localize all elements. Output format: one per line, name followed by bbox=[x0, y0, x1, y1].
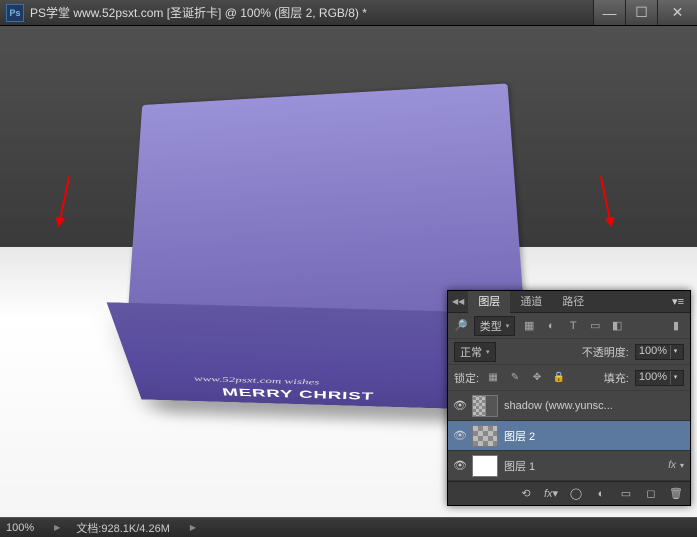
panel-menu-icon[interactable]: ▾≡ bbox=[666, 295, 690, 308]
layer-row[interactable]: 👁 shadow (www.yunsc... bbox=[448, 391, 690, 421]
close-button[interactable]: ✕ bbox=[657, 0, 697, 25]
filter-toggle-icon[interactable]: ▮ bbox=[668, 318, 684, 334]
search-icon[interactable]: 🔎 bbox=[454, 319, 468, 332]
doc-size-value: 928.1K/4.26M bbox=[101, 523, 170, 535]
fill-label: 填充: bbox=[604, 370, 629, 386]
window-title: PS学堂 www.52psxt.com [圣诞折卡] @ 100% (图层 2,… bbox=[30, 4, 593, 21]
zoom-menu-icon[interactable]: ▶ bbox=[54, 523, 60, 532]
layer-thumb bbox=[472, 455, 498, 477]
filter-shape-icon[interactable]: ▭ bbox=[587, 318, 603, 334]
visibility-toggle-icon[interactable]: 👁 bbox=[448, 399, 472, 412]
tab-layers[interactable]: 图层 bbox=[468, 291, 510, 313]
zoom-level[interactable]: 100% bbox=[6, 522, 34, 534]
filter-type-dropdown[interactable]: 类型▾ bbox=[474, 316, 516, 336]
lock-position-icon[interactable]: ✥ bbox=[529, 370, 545, 386]
adjustment-layer-icon[interactable]: ◐ bbox=[593, 486, 609, 502]
tab-channels[interactable]: 通道 bbox=[510, 291, 552, 313]
lock-all-icon[interactable]: 🔒 bbox=[551, 370, 567, 386]
link-layers-icon[interactable]: ⟲ bbox=[518, 486, 534, 502]
card-subtext: www.52psxt.com wishes bbox=[193, 375, 319, 387]
filter-type-icon[interactable]: T bbox=[565, 318, 581, 334]
blend-mode-dropdown[interactable]: 正常▾ bbox=[454, 342, 496, 362]
lock-row: 锁定: ▦ ✎ ✥ 🔒 填充: 100%▾ bbox=[448, 365, 690, 391]
layer-fx-icon[interactable]: fx▾ bbox=[543, 486, 559, 502]
tab-paths[interactable]: 路径 bbox=[552, 291, 594, 313]
restore-button[interactable]: ☐ bbox=[625, 0, 657, 25]
panel-tabs: ◀◀ 图层 通道 路径 ▾≡ bbox=[448, 291, 690, 313]
titlebar: Ps PS学堂 www.52psxt.com [圣诞折卡] @ 100% (图层… bbox=[0, 0, 697, 26]
layer-filter-row: 🔎 类型▾ ▦ ◐ T ▭ ◧ ▮ bbox=[448, 313, 690, 339]
fx-expand-icon[interactable]: ▾ bbox=[680, 461, 684, 470]
statusbar: 100% ▶ 文档:928.1K/4.26M ▶ bbox=[0, 517, 697, 537]
layer-mask-icon[interactable]: ◯ bbox=[568, 486, 584, 502]
lock-pixels-icon[interactable]: ✎ bbox=[507, 370, 523, 386]
opacity-input[interactable]: 100%▾ bbox=[635, 344, 684, 360]
doc-menu-icon[interactable]: ▶ bbox=[190, 523, 196, 532]
opacity-label: 不透明度: bbox=[582, 344, 629, 360]
filter-adjust-icon[interactable]: ◐ bbox=[543, 318, 559, 334]
collapse-icon[interactable]: ◀◀ bbox=[448, 297, 468, 306]
layer-name[interactable]: shadow (www.yunsc... bbox=[504, 400, 684, 412]
layer-row[interactable]: 👁 图层 2 bbox=[448, 421, 690, 451]
visibility-toggle-icon[interactable]: 👁 bbox=[448, 459, 472, 472]
card-heading: MERRY CHRIST bbox=[221, 386, 374, 403]
group-icon[interactable]: ▭ bbox=[618, 486, 634, 502]
fx-badge[interactable]: fx bbox=[668, 460, 676, 471]
layer-name[interactable]: 图层 1 bbox=[504, 458, 664, 474]
lock-transparent-icon[interactable]: ▦ bbox=[485, 370, 501, 386]
layer-name[interactable]: 图层 2 bbox=[504, 428, 684, 444]
panel-footer: ⟲ fx▾ ◯ ◐ ▭ ◻ 🗑 bbox=[448, 481, 690, 505]
layer-row[interactable]: 👁 图层 1 fx ▾ bbox=[448, 451, 690, 481]
delete-layer-icon[interactable]: 🗑 bbox=[668, 486, 684, 502]
layer-thumb bbox=[472, 425, 498, 447]
new-layer-icon[interactable]: ◻ bbox=[643, 486, 659, 502]
doc-size-label: 文档: bbox=[76, 523, 101, 535]
visibility-toggle-icon[interactable]: 👁 bbox=[448, 429, 472, 442]
window-controls: — ☐ ✕ bbox=[593, 0, 697, 25]
lock-label: 锁定: bbox=[454, 370, 479, 386]
filter-pixel-icon[interactable]: ▦ bbox=[521, 318, 537, 334]
app-icon: Ps bbox=[6, 4, 24, 22]
layers-list: 👁 shadow (www.yunsc... 👁 图层 2 👁 图层 1 fx … bbox=[448, 391, 690, 481]
blend-row: 正常▾ 不透明度: 100%▾ bbox=[448, 339, 690, 365]
fill-input[interactable]: 100%▾ bbox=[635, 370, 684, 386]
filter-smart-icon[interactable]: ◧ bbox=[609, 318, 625, 334]
layers-panel: ◀◀ 图层 通道 路径 ▾≡ 🔎 类型▾ ▦ ◐ T ▭ ◧ ▮ 正常▾ 不透明… bbox=[447, 290, 691, 506]
layer-thumb bbox=[472, 395, 498, 417]
minimize-button[interactable]: — bbox=[593, 0, 625, 25]
